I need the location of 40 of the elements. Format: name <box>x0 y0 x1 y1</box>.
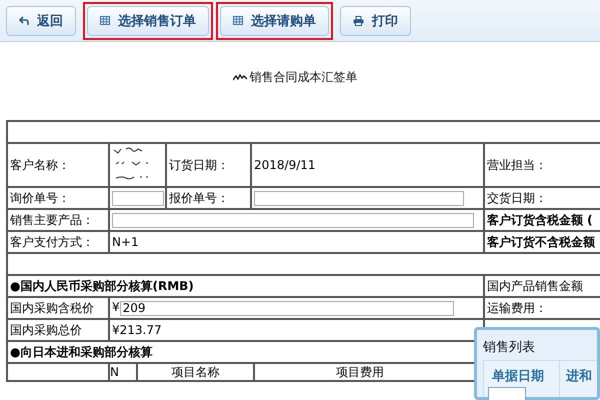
column-header: 项目名称 <box>138 365 255 379</box>
field-label: 国内采购总价 <box>10 322 82 336</box>
purchase-price-field[interactable]: 209 <box>120 300 454 316</box>
back-button[interactable]: 返回 <box>6 6 76 36</box>
field-label: 客户订货含税金额 ( <box>487 212 593 226</box>
signature-icon <box>232 74 246 80</box>
select-button[interactable]: 选择销售订单 <box>87 6 209 36</box>
section-heading: ●向日本进和采购部分核算 <box>10 344 152 358</box>
field-label: 询价单号： <box>10 190 70 204</box>
column-header: 项目费用 <box>335 365 385 379</box>
section-heading: ●国内人民币采购部分核算(RMB) <box>10 278 194 292</box>
inquiry-number-field[interactable] <box>112 190 164 206</box>
field-label: 销售主要产品： <box>10 212 94 226</box>
currency-symbol: ¥ <box>112 300 120 314</box>
grid-icon <box>100 16 110 25</box>
field-label: 国内产品销售金额 <box>487 278 583 292</box>
field-label: 客户名称： <box>10 158 70 172</box>
print-button[interactable]: 打印 <box>340 6 411 36</box>
field-label: 营业担当： <box>487 158 547 172</box>
field-value: ¥213.77 <box>112 323 162 337</box>
form-title: 销售合同成本汇签单 <box>250 68 358 86</box>
field-label: 订货日期： <box>169 158 229 172</box>
field-value: 2018/9/11 <box>254 158 316 172</box>
dialog-title: 销售列表 <box>482 339 536 357</box>
field-value: N+1 <box>112 235 139 249</box>
date-filter-field[interactable] <box>488 387 526 400</box>
column-header: 进和 <box>564 368 592 386</box>
field-label: 客户支付方式： <box>10 234 94 248</box>
field-label: 交货日期： <box>487 190 547 204</box>
grid-icon <box>233 16 243 25</box>
back-arrow-icon <box>19 16 29 26</box>
select-button[interactable]: 选择请购单 <box>220 6 329 36</box>
quote-number-field[interactable] <box>254 190 464 206</box>
printer-icon <box>353 16 364 26</box>
field-label: 客户订货不含税金额 <box>487 234 595 248</box>
column-header: N <box>111 365 138 379</box>
field-label: 国内采购含税价 <box>10 300 94 314</box>
field-label: 运输费用： <box>487 300 547 314</box>
main-product-field[interactable] <box>112 212 474 228</box>
field-label: 报价单号： <box>169 190 229 204</box>
